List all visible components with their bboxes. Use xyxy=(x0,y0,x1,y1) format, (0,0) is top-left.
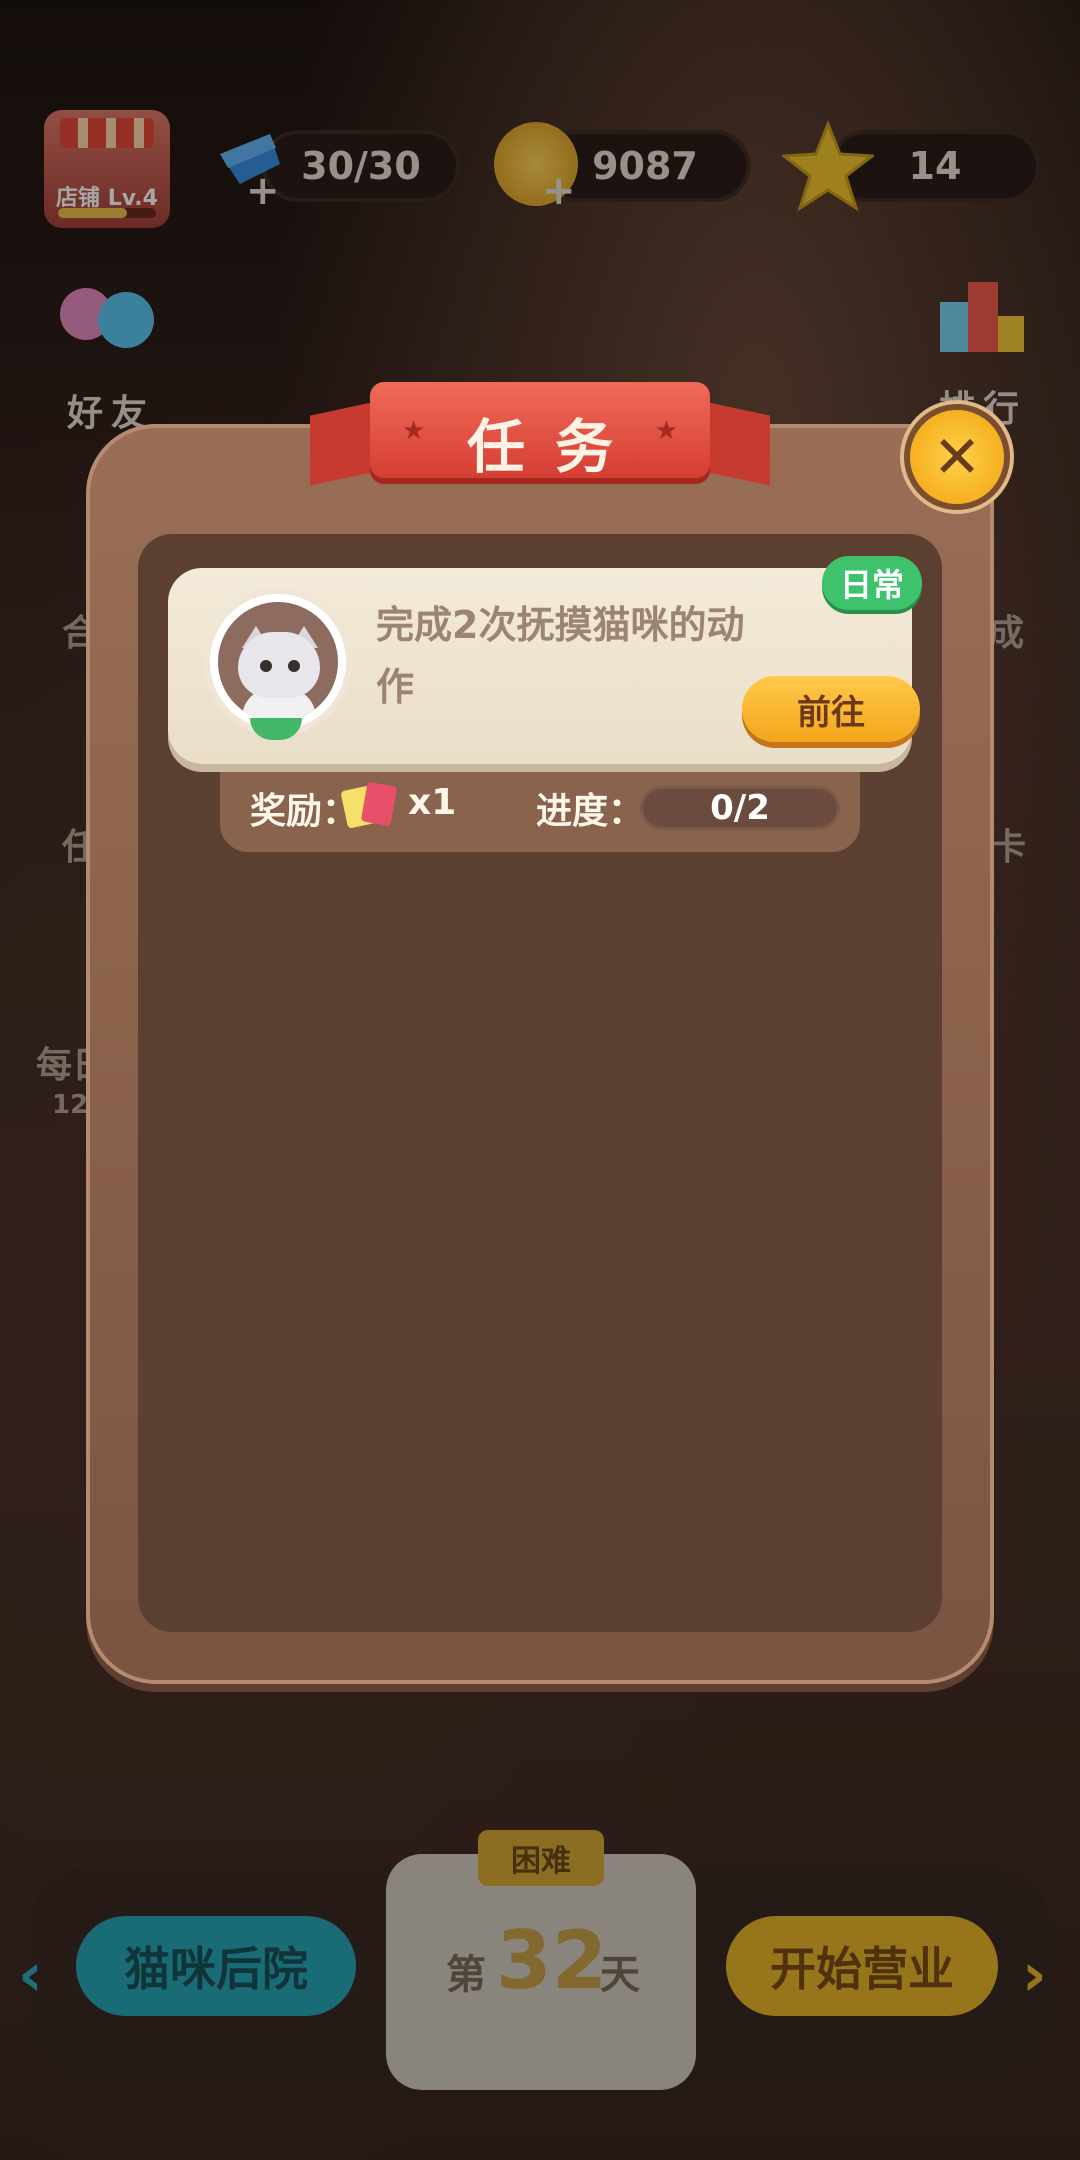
daily-tag: 日常 xyxy=(822,556,922,610)
task-modal-title: 任务 xyxy=(466,413,643,481)
avatar-leaf-icon xyxy=(250,718,302,740)
close-icon: ✕ xyxy=(932,423,982,491)
go-button[interactable]: 前往 xyxy=(742,676,920,742)
go-button-label: 前往 xyxy=(797,692,865,733)
progress-label: 进度： xyxy=(536,791,645,832)
progress-text: 0/2 xyxy=(710,788,770,828)
cat-avatar xyxy=(210,594,346,730)
task-description: 完成2次抚摸猫咪的动作 xyxy=(376,603,745,709)
task-title-ribbon: ★ ★ 任务 xyxy=(310,382,770,486)
reward-count: x1 xyxy=(408,782,457,823)
progress-bar: 0/2 xyxy=(640,786,840,830)
close-button[interactable]: ✕ xyxy=(910,410,1004,504)
reward-card-icon xyxy=(340,780,400,830)
